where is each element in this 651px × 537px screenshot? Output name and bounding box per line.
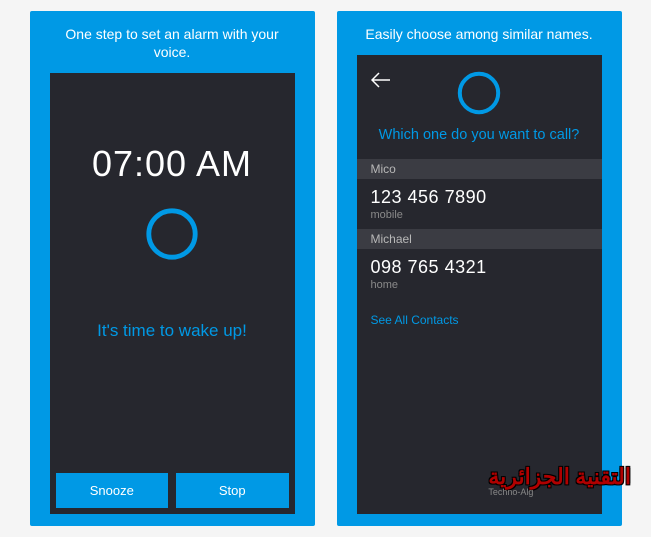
contact-number: 098 765 4321 (371, 257, 588, 278)
alarm-body: 07:00 AM It's time to wake up! (50, 73, 295, 467)
contact-item[interactable]: 123 456 7890 mobile (357, 179, 602, 229)
phone-frame-call: Easily choose among similar names. Which… (337, 11, 622, 526)
alarm-button-row: Snooze Stop (50, 467, 295, 514)
caption-alarm: One step to set an alarm with your voice… (30, 25, 315, 73)
call-header: Which one do you want to call? (357, 55, 602, 159)
back-arrow-icon[interactable] (371, 71, 391, 94)
screen-call: Which one do you want to call? Mico 123 … (357, 55, 602, 514)
alarm-time: 07:00 AM (92, 143, 252, 185)
see-all-contacts-link[interactable]: See All Contacts (357, 299, 602, 341)
cortana-ring-icon (455, 69, 503, 117)
phone-frame-alarm: One step to set an alarm with your voice… (30, 11, 315, 526)
contact-name: Mico (357, 159, 602, 179)
contact-name: Michael (357, 229, 602, 249)
wake-message: It's time to wake up! (97, 321, 247, 341)
screen-alarm: 07:00 AM It's time to wake up! Snooze St… (50, 73, 295, 514)
stop-button[interactable]: Stop (176, 473, 289, 508)
contact-number: 123 456 7890 (371, 187, 588, 208)
contact-type: home (371, 279, 588, 291)
snooze-button[interactable]: Snooze (56, 473, 169, 508)
contact-type: mobile (371, 209, 588, 221)
caption-call: Easily choose among similar names. (345, 25, 612, 55)
call-prompt: Which one do you want to call? (379, 127, 580, 143)
contact-item[interactable]: 098 765 4321 home (357, 249, 602, 299)
cortana-ring-icon (143, 205, 201, 263)
